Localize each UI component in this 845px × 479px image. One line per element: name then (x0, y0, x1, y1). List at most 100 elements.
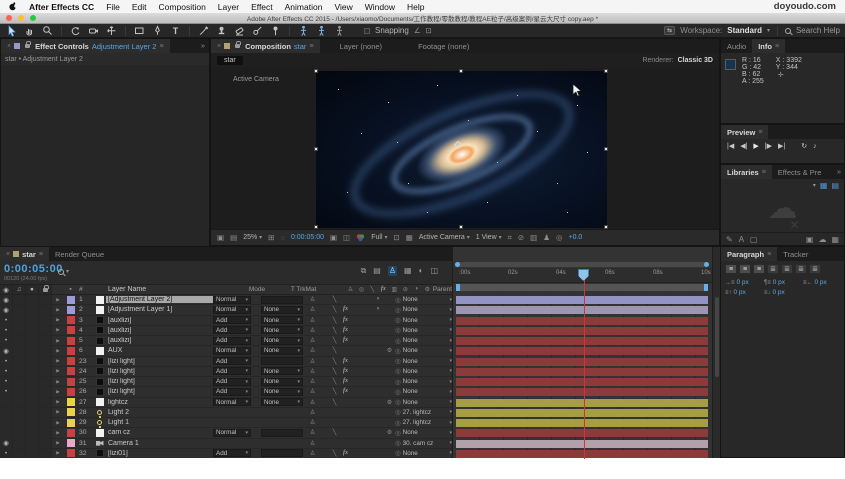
blend-mode-dropdown[interactable]: Add ▾ (213, 387, 251, 396)
parent-dropdown[interactable]: ◎ None ▾ (395, 449, 452, 458)
menu-animation[interactable]: Animation (285, 2, 323, 12)
frame-blend-toggle[interactable] (351, 450, 362, 457)
layer-duration-bar[interactable] (456, 326, 708, 336)
lock-toggle[interactable] (39, 397, 52, 407)
layer-switches[interactable]: ♙ ╲ fx (307, 337, 395, 344)
frame-blend-toggle[interactable] (351, 317, 362, 324)
layer-duration-bar[interactable] (456, 346, 708, 356)
video-eye-toggle[interactable] (0, 407, 13, 417)
pickwhip-icon[interactable]: ◎ (395, 378, 401, 386)
panel-menu-icon[interactable]: ≡ (309, 43, 313, 50)
search-help-input[interactable]: Search Help (796, 26, 840, 35)
parent-dropdown[interactable]: ◎ 27. lightcz ▾ (395, 419, 452, 427)
expand-arrow-icon[interactable]: ▶ (52, 430, 64, 436)
audio-toggle[interactable] (13, 356, 26, 366)
collapse-toggle[interactable] (318, 358, 329, 365)
expand-arrow-icon[interactable]: ▶ (52, 409, 64, 415)
layer-name[interactable]: Camera 1 (106, 440, 213, 447)
parent-dropdown[interactable]: ◎ None ▾ (395, 357, 452, 366)
layer-duration-bar[interactable] (456, 387, 708, 397)
panel-menu-icon[interactable]: ≡ (758, 129, 762, 136)
zoom-tool[interactable] (41, 25, 54, 37)
threed-toggle[interactable]: ⚙ (384, 429, 395, 436)
label-color-swatch[interactable] (64, 346, 77, 355)
motion-blur-toggle[interactable] (362, 450, 373, 457)
adjustment-toggle[interactable]: ◐ (373, 296, 384, 303)
layer-switches[interactable]: ♙ ╲ fx ◐ (307, 306, 395, 313)
shy-toggle[interactable]: ♙ (307, 337, 318, 344)
expand-arrow-icon[interactable]: ▶ (52, 420, 64, 426)
view-layout-dropdown[interactable]: 1 View ▾ (476, 234, 502, 241)
parent-dropdown[interactable]: ◎ None ▾ (395, 296, 452, 304)
threed-toggle[interactable] (384, 409, 395, 416)
threed-toggle[interactable] (384, 440, 395, 447)
motion-blur-toggle[interactable] (362, 347, 373, 354)
adjustment-toggle[interactable] (373, 378, 384, 385)
trkmat-dropdown[interactable]: None ▾ (261, 305, 303, 314)
menu-window[interactable]: Window (365, 2, 395, 12)
tab-effects-presets[interactable]: Effects & Pre (772, 165, 828, 179)
view-dropdown[interactable]: Active Camera ▾ (419, 234, 470, 241)
video-eye-toggle[interactable]: • (0, 315, 13, 325)
trkmat-dropdown[interactable]: None ▾ (261, 387, 303, 396)
solo-toggle[interactable] (26, 356, 39, 366)
threed-toggle[interactable] (384, 327, 395, 334)
lock-toggle[interactable] (39, 448, 52, 458)
close-tab-icon[interactable]: × (6, 251, 10, 258)
pickwhip-icon[interactable]: ◎ (395, 419, 401, 427)
panel-menu-icon[interactable]: ≡ (762, 169, 766, 176)
always-preview-icon[interactable]: ▣ (217, 233, 224, 242)
audio-toggle[interactable] (13, 295, 26, 305)
layer-name[interactable]: cam cz (106, 429, 213, 436)
effects-toggle[interactable] (340, 399, 351, 406)
exposure-value[interactable]: +0.0 (569, 234, 583, 241)
shy-toggle[interactable]: ♙ (307, 378, 318, 385)
video-eye-toggle[interactable]: ◉ (0, 305, 13, 315)
table-row[interactable]: ▶ 27 lightcz Normal ▾ None ▾ ♙ ╲ ⚙ ◎ None ▾ (0, 397, 452, 408)
menu-app[interactable]: After Effects CC (29, 2, 94, 12)
stamp-tool[interactable] (215, 25, 228, 37)
selection-handle[interactable] (459, 69, 463, 73)
expand-arrow-icon[interactable]: ▶ (52, 440, 64, 446)
tab-layer[interactable]: Layer (none) (334, 39, 389, 53)
expand-arrow-icon[interactable]: ▶ (52, 399, 64, 405)
table-row[interactable]: ◉ ▶ 2 [Adjustment Layer 1] Normal ▾ None ▾… (0, 305, 452, 316)
threed-toggle[interactable] (384, 358, 395, 365)
frame-blend-toggle[interactable] (351, 306, 362, 313)
blend-mode-dropdown[interactable]: Add ▾ (213, 316, 251, 325)
brush-tool[interactable] (197, 25, 210, 37)
motion-blur-toggle[interactable] (362, 296, 373, 303)
tab-effect-controls[interactable]: × Effect Controls Adjustment Layer 2 ≡ (1, 39, 170, 53)
solo-toggle[interactable] (26, 448, 39, 458)
menu-edit[interactable]: Edit (132, 2, 147, 12)
collapse-toggle[interactable] (318, 368, 329, 375)
previous-frame-button[interactable]: ◀| (740, 142, 747, 150)
parent-dropdown[interactable]: ◎ None ▾ (395, 347, 452, 355)
lock-toggle[interactable] (39, 356, 52, 366)
parent-column-label[interactable]: Parent (433, 286, 452, 293)
layer-name[interactable]: [lizi light] (106, 388, 213, 395)
zoom-window-button[interactable] (29, 15, 36, 21)
solo-toggle[interactable] (26, 397, 39, 407)
more-tabs-icon[interactable]: » (834, 165, 844, 179)
threed-toggle[interactable] (384, 317, 395, 324)
trkmat-dropdown[interactable]: ▾ (261, 357, 303, 366)
frame-blend-toggle[interactable] (351, 399, 362, 406)
pickwhip-icon[interactable]: ◎ (395, 367, 401, 375)
minimize-window-button[interactable] (17, 15, 24, 21)
pickwhip-icon[interactable]: ◎ (395, 357, 401, 365)
parent-dropdown[interactable]: ◎ 27. lightcz ▾ (395, 408, 452, 417)
lock-toggle[interactable] (39, 315, 52, 325)
lock-icon[interactable] (235, 41, 242, 48)
trkmat-dropdown[interactable]: None ▾ (261, 398, 303, 407)
blend-mode-dropdown[interactable]: Add ▾ (213, 377, 251, 386)
pen-tool[interactable] (151, 24, 164, 37)
effects-toggle[interactable]: fx (340, 450, 351, 457)
parent-dropdown[interactable]: ◎ None ▾ (395, 337, 452, 345)
tab-render-queue[interactable]: Render Queue (49, 247, 110, 261)
comp-flowchart-icon[interactable]: ♟ (543, 233, 550, 242)
snap-angle-icon[interactable]: ∠ (414, 26, 421, 35)
collapse-toggle[interactable] (318, 409, 329, 416)
blend-mode-dropdown[interactable]: Normal ▾ (213, 295, 251, 304)
table-row[interactable]: ▶ 30 cam cz Normal▾ ▾ ♙ ╲ ⚙ ◎None▾ (0, 428, 452, 439)
